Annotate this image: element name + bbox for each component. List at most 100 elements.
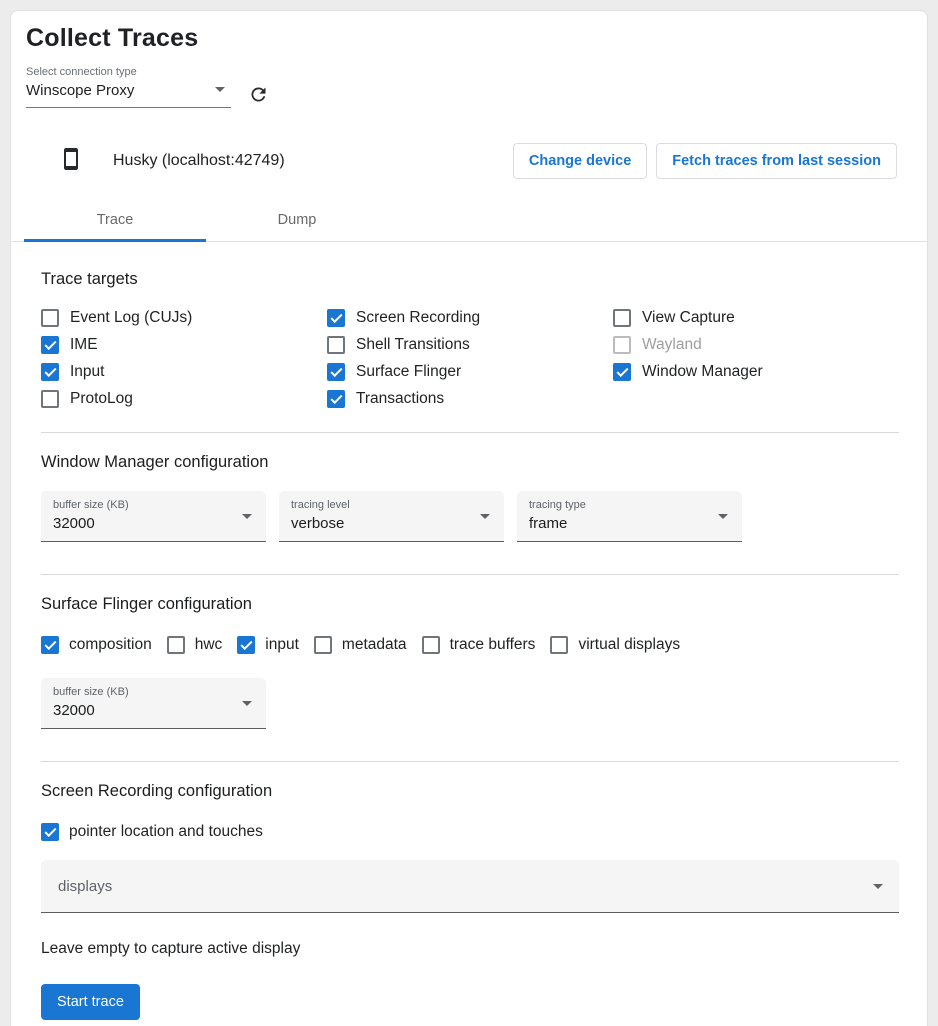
chevron-down-icon [242,701,252,706]
collect-traces-card: Collect Traces Select connection type Wi… [10,10,928,1026]
checkbox-label: IME [70,336,98,354]
checkbox-trace-buffers[interactable]: trace buffers [422,636,536,654]
tab-bar: Trace Dump [11,199,927,242]
checkbox-checked-icon [237,636,255,654]
checkbox-checked-icon [613,363,631,381]
checkbox-label: input [265,636,299,654]
checkbox-label: metadata [342,636,407,654]
trace-tab-content: Trace targets Event Log (CUJs) IME Input Pr… [11,270,927,1020]
capture-hint: Leave empty to capture active display [41,940,899,958]
checkbox-composition[interactable]: composition [41,636,152,654]
checkbox-label: ProtoLog [70,390,133,408]
checkbox-protolog[interactable]: ProtoLog [41,390,327,408]
checkbox-checked-icon [327,390,345,408]
checkbox-view-capture[interactable]: View Capture [613,309,899,327]
select-label: tracing level [291,499,492,511]
checkbox-wayland: Wayland [613,336,899,354]
chevron-down-icon [718,514,728,519]
checkbox-hwc[interactable]: hwc [167,636,223,654]
sf-config-flags: composition hwc input metadata trace buffers… [41,636,899,654]
checkbox-window-manager[interactable]: Window Manager [613,363,899,381]
connection-type-select[interactable]: Winscope Proxy [26,80,231,108]
checkbox-unchecked-icon [41,309,59,327]
fetch-traces-button[interactable]: Fetch traces from last session [656,143,897,179]
checkbox-label: Window Manager [642,363,763,381]
tab-label: Dump [278,212,317,228]
checkbox-label: trace buffers [450,636,536,654]
checkbox-unchecked-icon [314,636,332,654]
refresh-icon [248,84,269,105]
device-row: Husky (localhost:42749) Change device Fe… [11,138,927,184]
checkbox-pointer-location-and-touches[interactable]: pointer location and touches [41,823,263,841]
tab-trace[interactable]: Trace [24,199,206,241]
checkbox-label: Surface Flinger [356,363,461,381]
trace-targets-title: Trace targets [41,270,899,289]
tab-label: Trace [97,212,134,228]
checkbox-checked-icon [327,363,345,381]
select-value: frame [529,515,730,532]
start-trace-button[interactable]: Start trace [41,984,140,1020]
checkbox-unchecked-icon [167,636,185,654]
chevron-down-icon [242,514,252,519]
checkbox-checked-icon [41,363,59,381]
checkbox-label: Shell Transitions [356,336,470,354]
tab-dump[interactable]: Dump [206,199,388,241]
select-tracing-level[interactable]: tracing level verbose [279,491,504,542]
select-value: verbose [291,515,492,532]
checkbox-unchecked-icon [550,636,568,654]
trace-targets-grid: Event Log (CUJs) IME Input ProtoLog Screen R… [41,309,899,408]
checkbox-label: View Capture [642,309,735,327]
change-device-button[interactable]: Change device [513,143,647,179]
wm-config-fields: buffer size (KB) 32000 tracing level verbos… [41,491,899,542]
sf-config-fields: buffer size (KB)32000 [41,678,899,729]
checkbox-checked-icon [41,823,59,841]
select-buffer-size-kb[interactable]: buffer size (KB) 32000 [41,491,266,542]
connection-type-label: Select connection type [26,66,927,78]
section-divider [41,432,899,433]
checkbox-checked-icon [41,336,59,354]
select-tracing-type[interactable]: tracing typeframe [517,491,742,542]
refresh-button[interactable] [248,84,269,105]
checkbox-event-log-cujs[interactable]: Event Log (CUJs) [41,309,327,327]
checkbox-label: Transactions [356,390,444,408]
checkbox-shell-transitions[interactable]: Shell Transitions [327,336,613,354]
trace-targets-column: View Capture Wayland Window Manager [613,309,899,408]
checkbox-metadata[interactable]: metadata [314,636,407,654]
chevron-down-icon [480,514,490,519]
connection-type-section: Select connection type Winscope Proxy [26,66,927,108]
checkbox-label: pointer location and touches [69,823,263,841]
checkbox-ime[interactable]: IME [41,336,327,354]
checkbox-input[interactable]: Input [41,363,327,381]
select-value: 32000 [53,515,254,532]
checkbox-unchecked-icon [422,636,440,654]
sf-config-title: Surface Flinger configuration [41,595,899,614]
device-name: Husky (localhost:42749) [113,152,285,170]
sr-config-title: Screen Recording configuration [41,782,899,801]
checkbox-unchecked-icon [327,336,345,354]
section-divider [41,761,899,762]
displays-select[interactable]: displays [41,860,899,913]
select-label: buffer size (KB) [53,499,254,511]
checkbox-surface-flinger[interactable]: Surface Flinger [327,363,613,381]
chevron-down-icon [215,87,225,92]
checkbox-unchecked-icon [613,309,631,327]
section-divider [41,574,899,575]
checkbox-label: hwc [195,636,223,654]
checkbox-label: virtual displays [578,636,680,654]
checkbox-checked-icon [327,309,345,327]
checkbox-label: Wayland [642,336,702,354]
checkbox-label: composition [69,636,152,654]
checkbox-transactions[interactable]: Transactions [327,390,613,408]
checkbox-unchecked-icon [41,390,59,408]
wm-config-title: Window Manager configuration [41,453,899,472]
displays-placeholder: displays [58,878,112,895]
checkbox-input[interactable]: input [237,636,299,654]
select-buffer-size-kb[interactable]: buffer size (KB)32000 [41,678,266,729]
connection-type-value: Winscope Proxy [26,82,134,99]
smartphone-icon [59,147,83,176]
trace-targets-column: Screen Recording Shell Transitions Surface… [327,309,613,408]
select-value: 32000 [53,702,254,719]
checkbox-virtual-displays[interactable]: virtual displays [550,636,680,654]
checkbox-screen-recording[interactable]: Screen Recording [327,309,613,327]
checkbox-label: Event Log (CUJs) [70,309,192,327]
